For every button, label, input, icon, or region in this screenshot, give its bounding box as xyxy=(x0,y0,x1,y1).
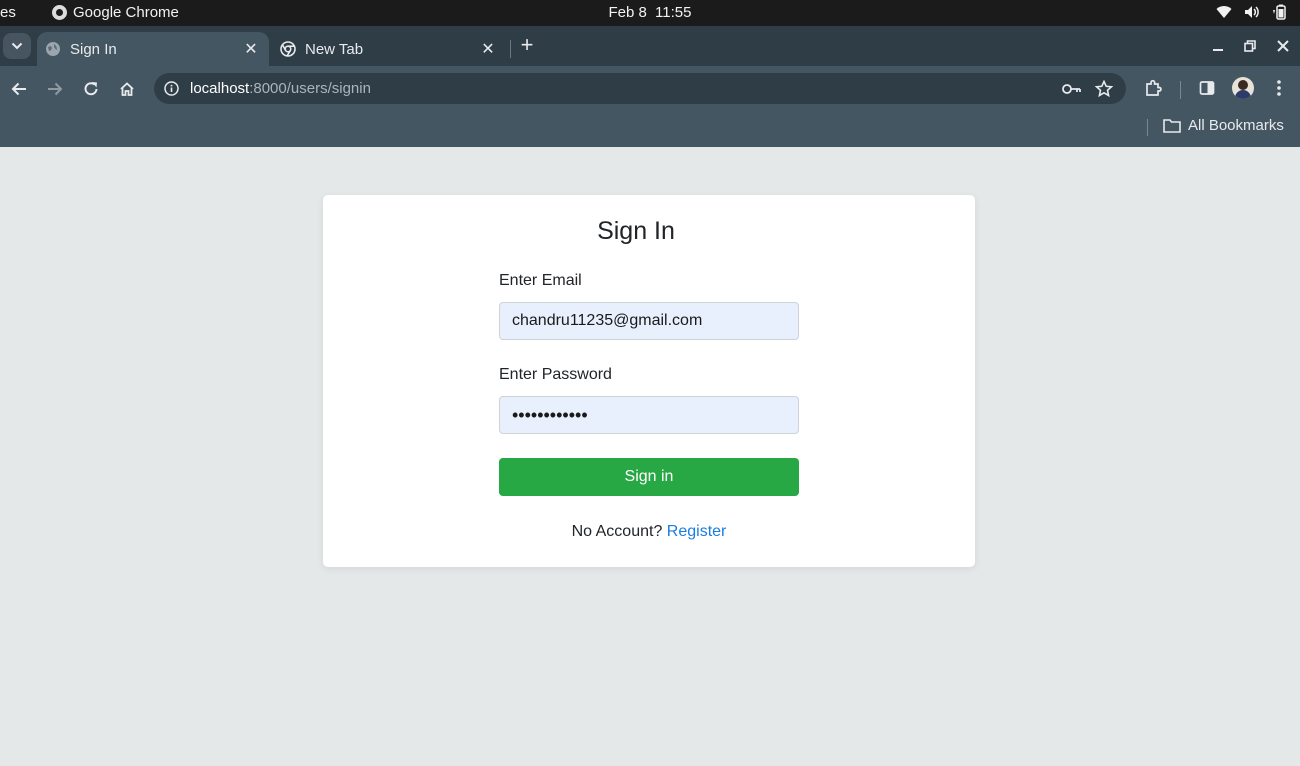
info-icon[interactable] xyxy=(163,81,179,97)
plus-icon: + xyxy=(520,32,534,57)
restore-button[interactable] xyxy=(1239,35,1261,57)
register-prompt: No Account? Register xyxy=(323,523,975,541)
url-text: localhost:8000/users/signin xyxy=(190,80,1062,97)
chrome-icon xyxy=(280,41,296,57)
side-panel-icon xyxy=(1199,81,1215,95)
home-button[interactable] xyxy=(116,78,138,100)
more-vertical-icon xyxy=(1277,80,1281,96)
toolbar-divider xyxy=(1180,81,1181,99)
page-viewport: Sign In Enter Email Enter Password Sign … xyxy=(0,147,1300,766)
bookmarks-divider xyxy=(1147,119,1148,136)
bookmarks-bar: All Bookmarks xyxy=(0,110,1300,147)
back-button[interactable] xyxy=(8,78,30,100)
forward-button[interactable] xyxy=(44,78,66,100)
all-bookmarks-button[interactable]: All Bookmarks xyxy=(1163,117,1284,134)
clock-time: 11:55 xyxy=(655,4,692,21)
close-icon[interactable]: ✕ xyxy=(241,39,261,59)
tab-sign-in[interactable]: Sign In ✕ xyxy=(37,32,269,66)
email-label: Enter Email xyxy=(499,272,582,289)
password-key-icon[interactable] xyxy=(1062,79,1082,99)
page-title: Sign In xyxy=(597,217,675,245)
address-bar[interactable]: localhost:8000/users/signin xyxy=(154,73,1126,104)
url-host: localhost xyxy=(190,80,250,97)
side-panel-button[interactable] xyxy=(1196,77,1218,99)
register-link[interactable]: Register xyxy=(667,523,727,540)
arrow-right-icon xyxy=(48,82,63,96)
no-account-text: No Account? xyxy=(571,523,663,540)
signin-card: Sign In Enter Email Enter Password Sign … xyxy=(323,195,975,567)
close-icon xyxy=(1277,40,1289,52)
reload-button[interactable] xyxy=(80,78,102,100)
battery-icon xyxy=(1272,4,1288,20)
home-icon xyxy=(120,82,134,96)
all-bookmarks-label: All Bookmarks xyxy=(1188,117,1284,134)
profile-avatar[interactable] xyxy=(1232,77,1254,99)
arrow-left-icon xyxy=(11,82,26,96)
globe-icon xyxy=(45,41,61,57)
tab-new-tab[interactable]: New Tab ✕ xyxy=(272,32,506,66)
minimize-icon xyxy=(1213,49,1223,51)
password-label: Enter Password xyxy=(499,366,612,383)
email-field[interactable] xyxy=(499,302,799,340)
tab-search-button[interactable] xyxy=(3,33,31,59)
tab-title: Sign In xyxy=(70,40,117,58)
chevron-down-icon xyxy=(11,37,23,55)
chrome-menu-button[interactable] xyxy=(1268,77,1290,99)
restore-icon xyxy=(1244,40,1256,52)
volume-icon xyxy=(1244,5,1260,19)
tab-title: New Tab xyxy=(305,40,364,58)
tab-divider xyxy=(510,40,511,58)
wifi-icon xyxy=(1216,5,1232,19)
system-tray[interactable] xyxy=(1216,4,1288,20)
bookmark-star-icon[interactable] xyxy=(1094,79,1114,99)
sign-in-button[interactable]: Sign in xyxy=(499,458,799,496)
clock-date: Feb 8 xyxy=(608,4,647,21)
tab-strip: Sign In ✕ New Tab ✕ + xyxy=(0,26,1300,66)
password-field[interactable] xyxy=(499,396,799,434)
browser-window: Sign In ✕ New Tab ✕ + localhost:8000/use… xyxy=(0,26,1300,147)
os-top-bar: es Google Chrome Feb 8 11:55 xyxy=(0,0,1300,26)
reload-icon xyxy=(84,82,98,96)
folder-icon xyxy=(1163,119,1181,133)
close-window-button[interactable] xyxy=(1272,35,1294,57)
url-path: :8000/users/signin xyxy=(249,80,371,97)
puzzle-icon xyxy=(1146,79,1162,96)
close-icon[interactable]: ✕ xyxy=(478,39,498,59)
new-tab-button[interactable]: + xyxy=(516,32,538,57)
browser-toolbar: localhost:8000/users/signin xyxy=(0,66,1300,110)
minimize-button[interactable] xyxy=(1207,35,1229,57)
clock[interactable]: Feb 8 11:55 xyxy=(0,4,1300,21)
extensions-button[interactable] xyxy=(1142,77,1164,99)
